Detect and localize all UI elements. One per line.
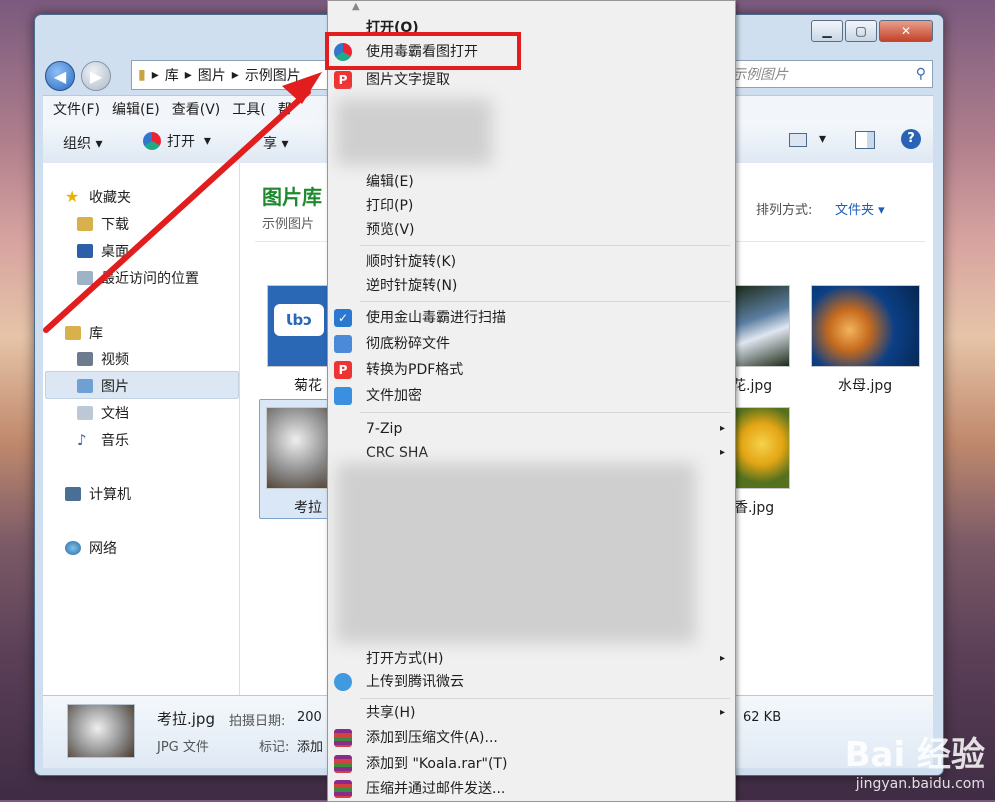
watermark-brand: Bai 经验 <box>844 735 985 775</box>
watermark: Bai 经验 jingyan.baidu.com <box>845 727 985 792</box>
watermark-site: jingyan.baidu.com <box>855 776 985 792</box>
arrow-shaft <box>43 89 311 333</box>
arrow-head <box>282 72 322 104</box>
annotation-arrow <box>43 72 322 333</box>
